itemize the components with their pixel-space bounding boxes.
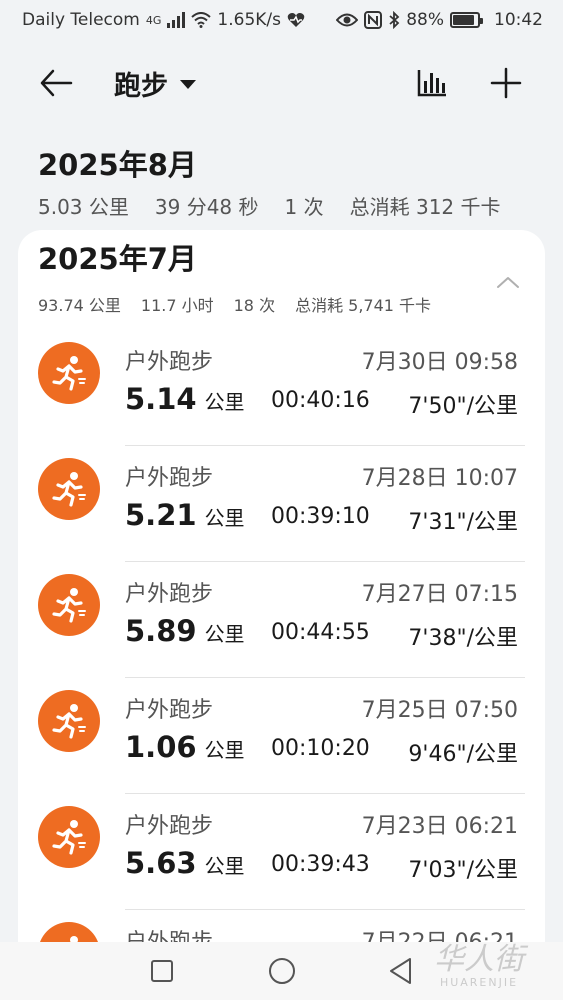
run-type: 户外跑步 [125,698,214,723]
status-left: Daily Telecom 4G 1.65K/s [22,10,305,30]
eye-icon [336,13,359,27]
run-distance-value: 1.06 [125,730,197,764]
plus-icon [490,67,522,99]
run-date: 7月27日 07:15 [361,582,518,607]
home-button[interactable] [267,956,297,986]
running-person-icon [38,806,100,868]
carrier-label: Daily Telecom [22,10,140,30]
running-person-icon [38,342,100,404]
summary-count: 1 次 [284,195,324,219]
month-summary-august: 5.03 公里 39 分48 秒 1 次 总消耗 312 千卡 [38,191,527,220]
running-person-icon [38,690,100,752]
run-item[interactable]: 户外跑步 7月23日 06:21 5.63 公里 00:39:43 7'03"/… [18,794,545,910]
signal-icon: 4G [145,13,162,27]
run-item[interactable]: 户外跑步 7月28日 10:07 5.21 公里 00:39:10 7'31"/… [18,446,545,562]
run-duration: 00:44:55 [271,620,370,645]
run-distance-unit: 公里 [204,622,245,646]
run-distance: 5.14 公里 [125,382,245,416]
bar-chart-icon [417,70,446,97]
signal-bars-icon [167,12,186,28]
summary-calories: 总消耗 5,741 千卡 [295,296,432,315]
run-distance-unit: 公里 [204,738,245,762]
run-distance-unit: 公里 [204,390,245,414]
run-distance-value: 5.89 [125,614,197,648]
chevron-up-icon [497,277,519,288]
run-date: 7月23日 06:21 [361,814,518,839]
clock: 10:42 [494,10,543,30]
page-title: 跑步 [114,70,168,102]
summary-count: 18 次 [233,296,276,315]
run-distance: 5.63 公里 [125,846,245,880]
recents-button[interactable] [147,956,177,986]
run-distance-unit: 公里 [204,506,245,530]
network-speed: 1.65K/s [217,10,281,30]
status-right: 88% 10:42 [336,10,543,30]
run-type: 户外跑步 [125,466,214,491]
run-pace: 7'50"/公里 [408,394,518,419]
run-type: 户外跑步 [125,814,214,839]
app-header: 跑步 [0,55,563,111]
nfc-icon [364,11,383,29]
wifi-icon [191,12,212,28]
battery-level [453,15,475,25]
run-distance-unit: 公里 [204,854,245,878]
add-button[interactable] [486,63,526,103]
activity-type-dropdown[interactable]: 跑步 [114,63,196,103]
square-icon [151,960,173,982]
run-distance: 5.21 公里 [125,498,245,532]
month-card-july: 2025年7月 93.74 公里 11.7 小时 18 次 总消耗 5,741 … [18,230,545,1000]
run-pace: 7'31"/公里 [408,510,518,535]
run-item[interactable]: 户外跑步 7月25日 07:50 1.06 公里 00:10:20 9'46"/… [18,678,545,794]
run-item[interactable]: 户外跑步 7月27日 07:15 5.89 公里 00:44:55 7'38"/… [18,562,545,678]
summary-calories: 总消耗 312 千卡 [349,195,501,219]
run-date: 7月28日 10:07 [361,466,518,491]
run-list: 户外跑步 7月30日 09:58 5.14 公里 00:40:16 7'50"/… [18,330,545,1000]
month-summary-july: 93.74 公里 11.7 小时 18 次 总消耗 5,741 千卡 [38,292,451,316]
run-date: 7月25日 07:50 [361,698,518,723]
watermark-logo: 华人街 HUARENJIE [434,941,524,989]
running-person-icon [38,574,100,636]
run-type: 户外跑步 [125,582,214,607]
running-person-icon [38,458,100,520]
run-pace: 7'38"/公里 [408,626,518,651]
status-bar: Daily Telecom 4G 1.65K/s 88% 10:42 [0,0,563,40]
run-pace: 9'46"/公里 [408,742,518,767]
run-distance-value: 5.14 [125,382,197,416]
circle-icon [269,958,295,984]
run-duration: 00:39:10 [271,504,370,529]
run-item[interactable]: 户外跑步 7月30日 09:58 5.14 公里 00:40:16 7'50"/… [18,330,545,446]
run-type: 户外跑步 [125,350,214,375]
stats-button[interactable] [412,63,452,103]
caret-down-icon [180,80,196,89]
heart-rate-icon [287,13,305,27]
summary-distance: 93.74 公里 [38,296,121,315]
battery-percent: 88% [406,10,444,30]
run-duration: 00:10:20 [271,736,370,761]
bluetooth-icon [389,11,400,29]
summary-distance: 5.03 公里 [38,195,129,219]
battery-icon [450,12,483,28]
run-distance: 1.06 公里 [125,730,245,764]
run-distance-value: 5.63 [125,846,197,880]
run-duration: 00:40:16 [271,388,370,413]
run-pace: 7'03"/公里 [408,858,518,883]
arrow-left-icon [40,69,73,97]
summary-duration: 11.7 小时 [140,296,214,315]
collapse-button[interactable] [492,268,524,296]
run-date: 7月30日 09:58 [361,350,518,375]
month-title-august: 2025年8月 [38,148,197,182]
summary-duration: 39 分48 秒 [154,195,259,219]
run-distance: 5.89 公里 [125,614,245,648]
run-distance-value: 5.21 [125,498,197,532]
run-duration: 00:39:43 [271,852,370,877]
back-button[interactable] [36,63,76,103]
month-title-july: 2025年7月 [38,242,197,276]
